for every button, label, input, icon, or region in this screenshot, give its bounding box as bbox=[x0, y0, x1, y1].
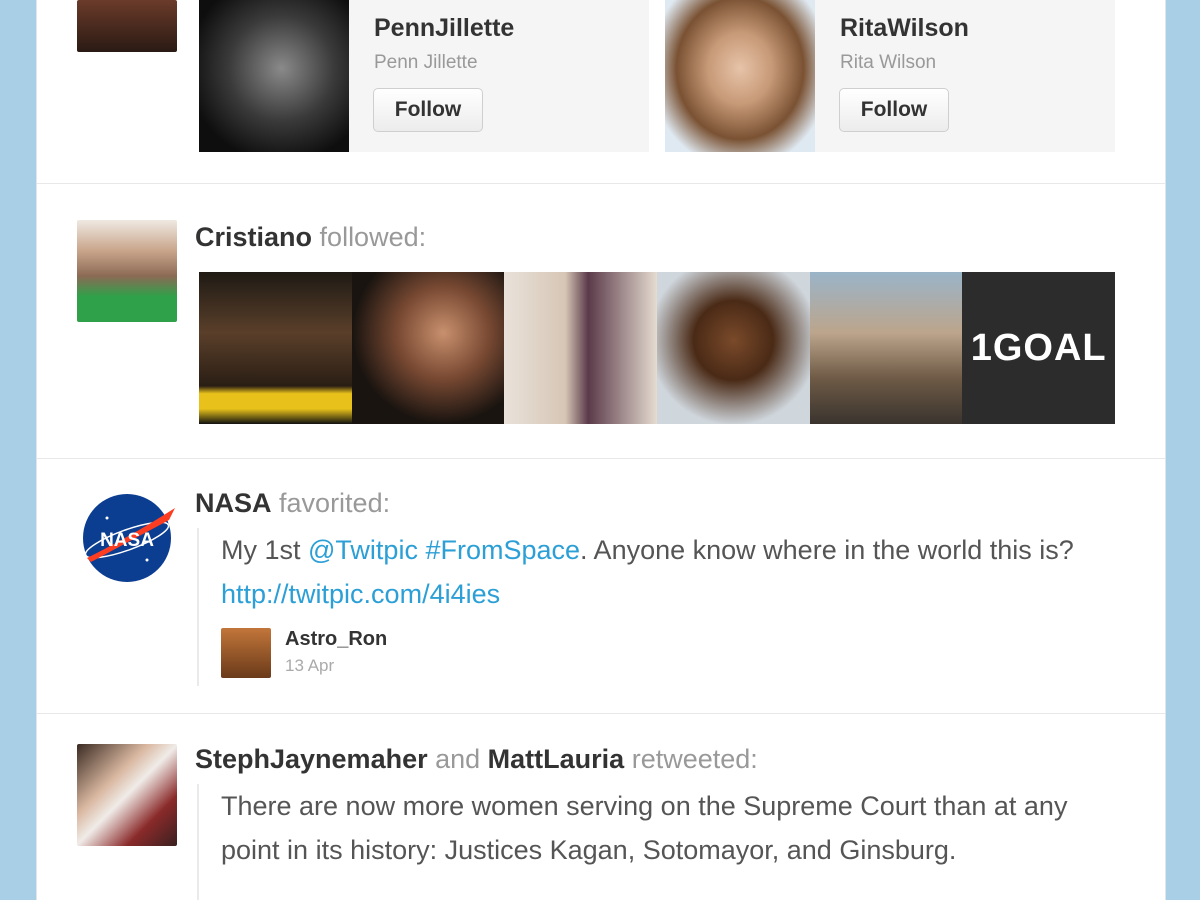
actor-name[interactable]: MattLauria bbox=[488, 744, 625, 774]
activity-action: retweeted: bbox=[624, 744, 758, 774]
activity-feed: PennJillette Penn Jillette Follow RitaWi… bbox=[36, 0, 1166, 900]
quoted-tweet: There are now more women serving on the … bbox=[197, 784, 1121, 900]
activity-header: StephJaynemaher and MattLauria retweeted… bbox=[195, 744, 758, 774]
actor-name[interactable]: StephJaynemaher bbox=[195, 744, 428, 774]
retweeted-item: StephJaynemaher and MattLauria retweeted… bbox=[37, 0, 1165, 900]
tweet-text: There are now more women serving on the … bbox=[221, 791, 1068, 865]
actor-avatar[interactable] bbox=[77, 744, 177, 846]
